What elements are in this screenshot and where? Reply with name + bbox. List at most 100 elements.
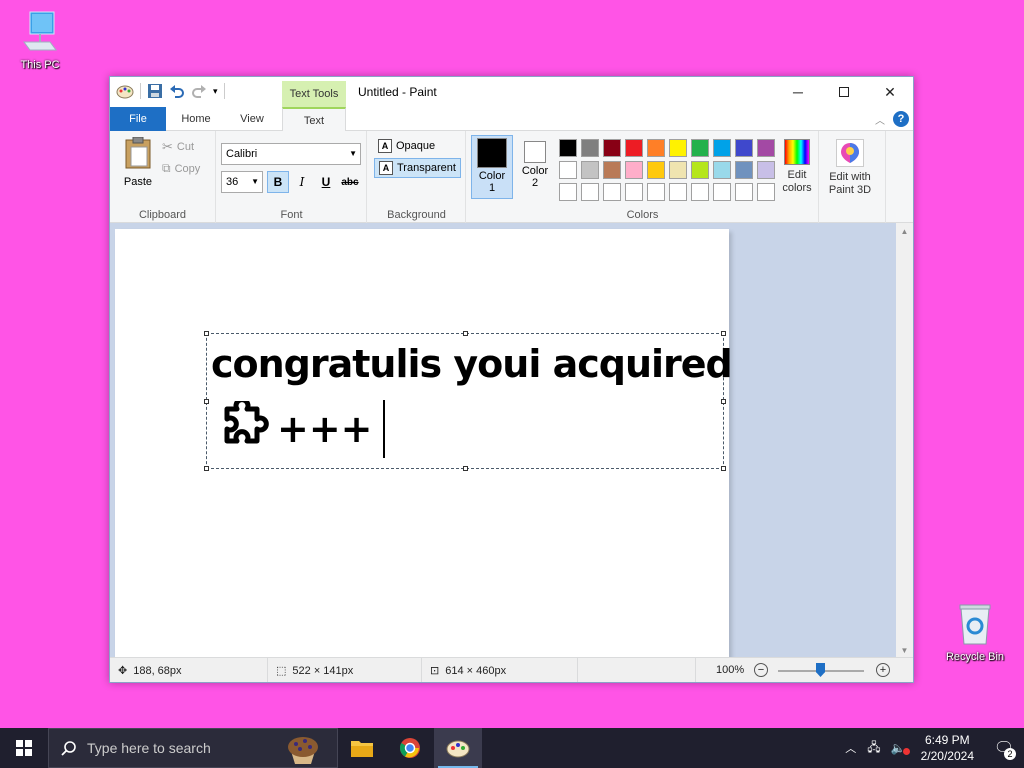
palette-swatch[interactable] xyxy=(735,139,753,157)
opaque-icon: A xyxy=(378,139,392,153)
minimize-button[interactable]: ─ xyxy=(775,77,821,107)
palette-swatch[interactable] xyxy=(691,183,709,201)
palette-swatch[interactable] xyxy=(581,183,599,201)
transparent-option[interactable]: A Transparent xyxy=(374,158,461,178)
bold-button[interactable]: B xyxy=(267,171,289,193)
resize-handle[interactable] xyxy=(721,399,726,404)
show-hidden-icons-icon[interactable]: ︿ xyxy=(839,740,862,756)
palette-swatch[interactable] xyxy=(625,161,643,179)
palette-swatch[interactable] xyxy=(559,139,577,157)
vertical-scrollbar[interactable]: ▲ ▼ xyxy=(896,223,913,659)
palette-swatch[interactable] xyxy=(669,183,687,201)
palette-swatch[interactable] xyxy=(647,139,665,157)
volume-muted-icon[interactable]: 🔈 xyxy=(886,741,911,755)
color2-button[interactable]: Color 2 xyxy=(517,135,553,189)
desktop-icon-label: This PC xyxy=(20,59,60,71)
palette-swatch[interactable] xyxy=(559,161,577,179)
close-button[interactable]: ✕ xyxy=(867,77,913,107)
chrome-taskbar-button[interactable] xyxy=(386,728,434,768)
palette-swatch[interactable] xyxy=(669,139,687,157)
font-family-dropdown[interactable]: Calibri ▼ xyxy=(221,143,361,165)
collapse-ribbon-icon[interactable]: ︿ xyxy=(875,112,885,127)
start-button[interactable] xyxy=(0,728,48,768)
palette-swatch[interactable] xyxy=(757,161,775,179)
palette-swatch[interactable] xyxy=(647,161,665,179)
zoom-in-button[interactable]: + xyxy=(876,663,890,677)
paint-app-icon[interactable] xyxy=(116,83,134,99)
palette-swatch[interactable] xyxy=(757,139,775,157)
paint-taskbar-button[interactable] xyxy=(434,728,482,768)
palette-swatch[interactable] xyxy=(735,161,753,179)
strikethrough-button[interactable]: abc xyxy=(339,171,361,193)
resize-handle[interactable] xyxy=(204,399,209,404)
context-tab-text-tools: Text Tools xyxy=(282,81,346,107)
customize-toolbar-icon[interactable]: ▾ xyxy=(213,86,218,97)
file-explorer-taskbar-button[interactable] xyxy=(338,728,386,768)
edit-colors-button[interactable]: Edit colors xyxy=(779,139,815,195)
muffin-icon xyxy=(288,737,318,764)
scroll-up-icon[interactable]: ▲ xyxy=(896,223,913,240)
clipboard-group-label: Clipboard xyxy=(138,209,187,221)
palette-swatch[interactable] xyxy=(559,183,577,201)
edit-colors-line1: Edit xyxy=(787,169,807,181)
taskbar-search[interactable]: Type here to search xyxy=(48,728,338,768)
palette-swatch[interactable] xyxy=(603,161,621,179)
palette-swatch[interactable] xyxy=(757,183,775,201)
help-icon[interactable]: ? xyxy=(893,111,909,127)
palette-swatch[interactable] xyxy=(713,139,731,157)
tab-home[interactable]: Home xyxy=(170,107,222,131)
paste-icon xyxy=(125,136,151,169)
palette-swatch[interactable] xyxy=(691,139,709,157)
save-icon[interactable] xyxy=(147,83,163,99)
resize-handle[interactable] xyxy=(721,331,726,336)
cut-button[interactable]: ✂ Cut xyxy=(162,139,194,155)
color-palette xyxy=(559,139,775,201)
italic-button[interactable]: I xyxy=(291,171,313,193)
palette-swatch[interactable] xyxy=(669,161,687,179)
clock-date: 2/20/2024 xyxy=(920,749,974,763)
resize-handle[interactable] xyxy=(721,466,726,471)
resize-handle[interactable] xyxy=(204,466,209,471)
text-caret xyxy=(382,400,385,458)
palette-swatch[interactable] xyxy=(735,183,753,201)
desktop-icon-recycle-bin[interactable]: Recycle Bin xyxy=(942,602,1008,663)
palette-swatch[interactable] xyxy=(581,139,599,157)
palette-swatch[interactable] xyxy=(713,161,731,179)
opaque-option[interactable]: A Opaque xyxy=(374,137,439,155)
zoom-out-button[interactable]: − xyxy=(754,663,768,677)
maximize-button[interactable] xyxy=(821,77,867,107)
resize-handle[interactable] xyxy=(463,331,468,336)
paste-button[interactable]: Paste xyxy=(120,136,156,188)
text-box[interactable]: congratulis youi acquired +++ xyxy=(204,331,733,471)
underline-button[interactable]: U xyxy=(315,171,337,193)
tab-view[interactable]: View xyxy=(226,107,278,131)
palette-swatch[interactable] xyxy=(625,183,643,201)
desktop-icon-this-pc[interactable]: This PC xyxy=(8,10,72,71)
paint3d-icon xyxy=(836,139,864,167)
computer-icon xyxy=(23,11,57,51)
taskbar-clock[interactable]: 6:49 PM 2/20/2024 xyxy=(911,732,984,764)
tab-file[interactable]: File xyxy=(110,107,166,131)
action-center-button[interactable]: 🗨 2 xyxy=(984,728,1024,768)
tab-text[interactable]: Text xyxy=(282,107,346,132)
color1-button[interactable]: Color 1 xyxy=(471,135,513,199)
palette-swatch[interactable] xyxy=(603,183,621,201)
copy-button[interactable]: ⧉ Copy xyxy=(162,161,200,176)
network-icon[interactable]: 🖧 xyxy=(862,738,885,759)
palette-swatch[interactable] xyxy=(713,183,731,201)
palette-swatch[interactable] xyxy=(647,183,665,201)
palette-swatch[interactable] xyxy=(625,139,643,157)
palette-swatch[interactable] xyxy=(691,161,709,179)
system-tray: ︿ 🖧 🔈 6:49 PM 2/20/2024 🗨 2 xyxy=(839,728,1024,768)
font-group-label: Font xyxy=(280,209,303,221)
font-size-dropdown[interactable]: 36 ▼ xyxy=(221,171,263,193)
undo-icon[interactable] xyxy=(169,83,185,99)
resize-handle[interactable] xyxy=(204,331,209,336)
redo-icon[interactable] xyxy=(191,83,207,99)
resize-handle[interactable] xyxy=(463,466,468,471)
zoom-slider-thumb[interactable] xyxy=(816,663,825,677)
palette-swatch[interactable] xyxy=(603,139,621,157)
zoom-percentage: 100% xyxy=(716,664,745,676)
edit-with-paint3d-button[interactable]: Edit with Paint 3D xyxy=(820,139,880,197)
palette-swatch[interactable] xyxy=(581,161,599,179)
